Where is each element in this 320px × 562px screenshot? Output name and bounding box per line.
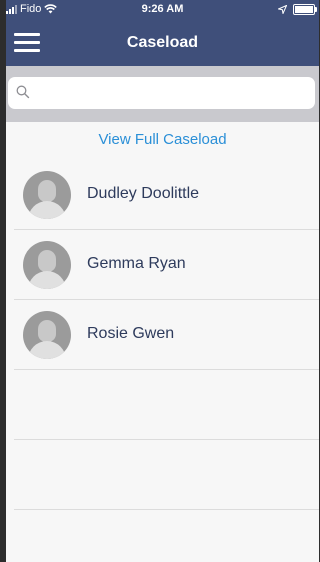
search-box[interactable] xyxy=(8,77,315,109)
search-bar xyxy=(6,66,319,122)
location-arrow-icon xyxy=(278,5,287,14)
list-item[interactable]: Dudley Doolittle xyxy=(14,160,319,230)
list-item[interactable]: Rosie Gwen xyxy=(14,300,319,370)
app-screen: Fido 9:26 AM Caseload View Full Caseload… xyxy=(6,0,319,562)
client-name: Dudley Doolittle xyxy=(87,185,200,202)
search-icon xyxy=(16,85,30,99)
status-time: 9:26 AM xyxy=(141,3,184,15)
avatar xyxy=(23,311,71,359)
battery-icon xyxy=(293,4,317,15)
status-bar: Fido 9:26 AM xyxy=(6,0,319,20)
empty-list-row xyxy=(14,440,319,510)
status-right xyxy=(278,4,317,15)
view-full-caseload-link[interactable]: View Full Caseload xyxy=(6,131,319,148)
search-input[interactable] xyxy=(36,83,310,105)
nav-bar: Caseload xyxy=(6,20,319,66)
page-title: Caseload xyxy=(126,34,199,51)
empty-list-row xyxy=(14,370,319,440)
avatar xyxy=(23,171,71,219)
list-item[interactable]: Gemma Ryan xyxy=(14,230,319,300)
avatar xyxy=(23,241,71,289)
client-name: Rosie Gwen xyxy=(87,325,175,342)
client-name: Gemma Ryan xyxy=(87,255,186,272)
caseload-list: Dudley Doolittle Gemma Ryan Rosie Gwen xyxy=(6,160,319,510)
